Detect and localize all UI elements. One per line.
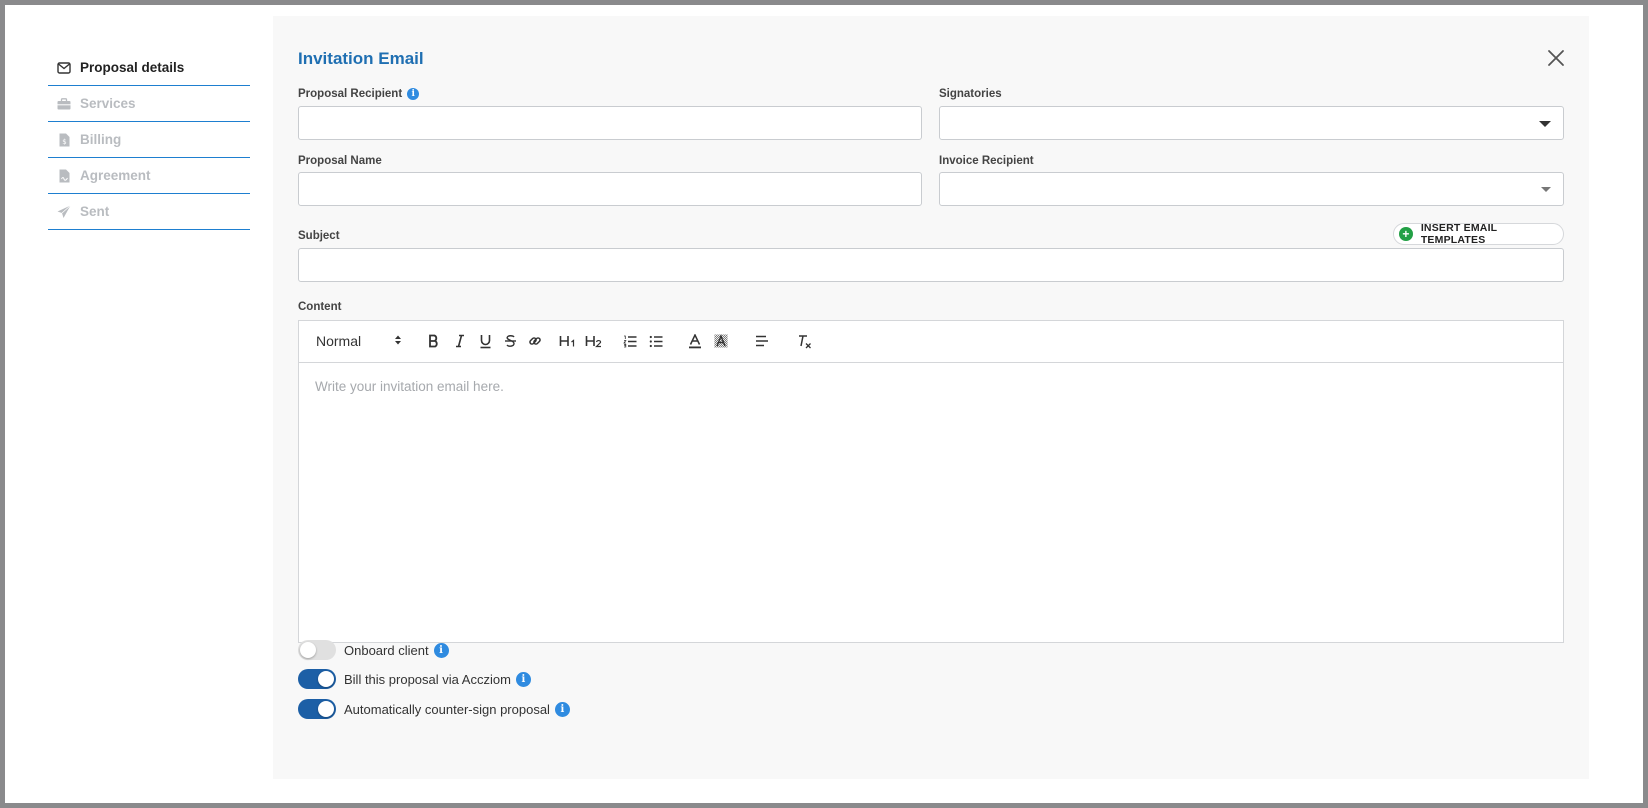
proposal-recipient-label-text: Proposal Recipient [298, 88, 403, 100]
caret-down-icon [1539, 121, 1551, 127]
briefcase-icon [56, 96, 72, 112]
bullet-list-icon[interactable] [648, 332, 664, 350]
text-color-icon[interactable] [687, 332, 703, 350]
heading-1-icon[interactable] [559, 332, 577, 350]
counter-sign-row: Automatically counter-sign proposal i [298, 698, 570, 720]
sidebar-item-label: Sent [80, 204, 110, 219]
invoice-icon: $ [56, 132, 72, 148]
bill-proposal-toggle[interactable] [298, 669, 336, 689]
heading-2-icon[interactable] [585, 332, 603, 350]
toggle-knob [300, 642, 316, 658]
clear-format-icon[interactable] [796, 332, 812, 350]
invoice-recipient-select[interactable] [939, 172, 1564, 206]
sidebar-item-proposal-details[interactable]: Proposal details [48, 50, 250, 86]
sidebar-item-label: Proposal details [80, 60, 185, 75]
ordered-list-icon[interactable] [622, 332, 638, 350]
strikethrough-icon[interactable] [502, 332, 518, 350]
sidebar-item-label: Agreement [80, 168, 151, 183]
proposal-recipient-label: Proposal Recipient i [298, 88, 420, 100]
editor-placeholder[interactable]: Write your invitation email here. [315, 379, 504, 394]
envelope-icon [56, 60, 72, 76]
close-icon[interactable] [1546, 48, 1566, 68]
signatories-label: Signatories [939, 88, 1002, 100]
content-label: Content [298, 301, 342, 313]
steps-sidebar: Proposal details Services $ Billing Agre… [48, 50, 250, 230]
sidebar-item-billing[interactable]: $ Billing [48, 122, 250, 158]
invitation-email-panel: Invitation Email Proposal Recipient i Si… [273, 16, 1589, 779]
proposal-recipient-input[interactable] [298, 106, 922, 140]
editor-toolbar: Normal [299, 321, 1563, 363]
insert-email-templates-label: INSERT EMAIL TEMPLATES [1420, 222, 1498, 246]
plus-circle-icon: + [1399, 227, 1413, 241]
onboard-client-toggle[interactable] [298, 640, 336, 660]
counter-sign-label: Automatically counter-sign proposal [344, 701, 550, 717]
proposal-name-input[interactable] [298, 172, 922, 206]
paper-plane-icon [56, 204, 72, 220]
sidebar-item-services[interactable]: Services [48, 86, 250, 122]
document-signature-icon [56, 168, 72, 184]
bill-proposal-row: Bill this proposal via Accziom i [298, 668, 531, 690]
sidebar-item-sent[interactable]: Sent [48, 194, 250, 230]
toggle-knob [318, 701, 334, 717]
onboard-client-row: Onboard client i [298, 639, 449, 661]
format-select[interactable]: Normal [316, 332, 402, 350]
bold-icon[interactable] [426, 332, 442, 350]
bill-proposal-label: Bill this proposal via Accziom [344, 671, 511, 687]
subject-label: Subject [298, 230, 340, 242]
invoice-recipient-label: Invoice Recipient [939, 155, 1034, 167]
info-icon[interactable]: i [407, 88, 420, 100]
underline-icon[interactable] [477, 332, 493, 350]
info-icon[interactable]: i [433, 642, 449, 658]
panel-title: Invitation Email [298, 49, 424, 68]
svg-text:$: $ [62, 138, 66, 146]
align-left-icon[interactable] [754, 332, 770, 350]
signatories-select[interactable] [939, 106, 1564, 140]
insert-email-templates-button[interactable]: + INSERT EMAIL TEMPLATES [1393, 222, 1564, 246]
rich-text-editor: Normal Write your invitation email here. [298, 320, 1564, 643]
subject-input[interactable] [298, 248, 1564, 282]
proposal-name-label: Proposal Name [298, 155, 382, 167]
updown-caret-icon [394, 333, 402, 349]
background-color-icon[interactable] [713, 332, 729, 350]
caret-down-icon [1541, 187, 1551, 192]
sidebar-item-agreement[interactable]: Agreement [48, 158, 250, 194]
sidebar-item-label: Services [80, 96, 136, 111]
info-icon[interactable]: i [515, 671, 531, 687]
onboard-client-label: Onboard client [344, 642, 429, 658]
toggle-knob [318, 671, 334, 687]
sidebar-item-label: Billing [80, 132, 122, 147]
italic-icon[interactable] [452, 332, 468, 350]
link-icon[interactable] [527, 332, 543, 350]
info-icon[interactable]: i [554, 701, 570, 717]
format-select-value: Normal [316, 333, 362, 349]
counter-sign-toggle[interactable] [298, 699, 336, 719]
